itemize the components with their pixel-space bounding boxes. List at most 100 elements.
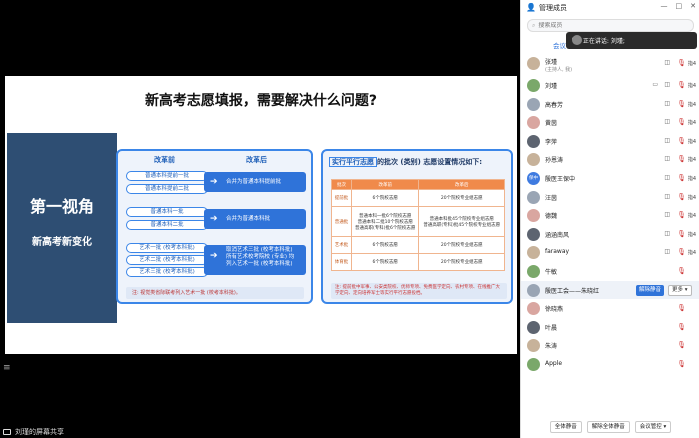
mic-muted-icon[interactable]: 🎙: [677, 304, 686, 312]
video-off-icon[interactable]: ◫: [664, 118, 670, 125]
batch-pill: 艺术二批 (校考本科批): [126, 255, 208, 265]
result-band: ➔ 合并为普通本科批: [204, 209, 306, 229]
col-before: 改革前: [154, 156, 175, 164]
member-row[interactable]: 黄茵 ◫ 🎙 指4: [521, 113, 699, 132]
screen-share-icon: ▭: [652, 81, 658, 88]
window-controls: — □ ✕: [661, 2, 697, 10]
mic-muted-icon[interactable]: 🎙: [677, 155, 686, 163]
member-row[interactable]: 朱涛 🎙: [521, 336, 699, 355]
table-cell: 20个院校专业组志愿: [418, 189, 505, 207]
table-row: 艺术批 6个院校志愿 20个院校专业组志愿: [331, 236, 505, 254]
mic-muted-icon[interactable]: 🎙: [677, 193, 686, 201]
avatar: [572, 35, 582, 45]
video-off-icon[interactable]: ◫: [664, 193, 670, 200]
batch-pill: 艺术一批 (校考本科批): [126, 243, 208, 253]
mic-muted-icon[interactable]: 🎙: [677, 81, 686, 89]
member-tag: 指4: [687, 138, 696, 145]
result-line: 取消艺术三批 (校考本科批): [226, 247, 293, 253]
member-name: 孙恩涛: [545, 157, 564, 165]
table-cell: 20个院校专业组志愿: [418, 236, 505, 254]
member-row[interactable]: faraway ◫ 🎙 指4: [521, 243, 699, 262]
maximize-icon[interactable]: □: [676, 2, 683, 10]
mic-muted-icon[interactable]: 🎙: [677, 100, 686, 108]
mic-muted-icon[interactable]: 🎙: [677, 118, 686, 126]
result-text: 合并为普通本科批: [226, 216, 271, 222]
member-tag: 指4: [687, 213, 696, 220]
mic-muted-icon[interactable]: 🎙: [677, 248, 686, 256]
batch-pill: 普通本科提前二批: [126, 184, 208, 194]
avatar: [527, 302, 540, 316]
mic-muted-icon[interactable]: 🎙: [677, 137, 686, 145]
mic-muted-icon[interactable]: 🎙: [677, 323, 686, 331]
mic-muted-icon[interactable]: 🎙: [677, 230, 686, 238]
member-row[interactable]: 张瑾 (主持人, 我) ◫ 🎙 指4: [521, 54, 699, 76]
result-band: ➔ 合并为普通本科提前批: [204, 172, 306, 192]
member-row[interactable]: 刘瑾 ▭ ◫ 🎙 指4: [521, 76, 699, 95]
mic-muted-icon[interactable]: 🎙: [677, 341, 686, 349]
mic-muted-icon[interactable]: 🎙: [677, 59, 686, 67]
member-row[interactable]: 李萍 ◫ 🎙 指4: [521, 132, 699, 151]
member-name: 殷医工会——朱晓红: [545, 287, 600, 295]
member-row[interactable]: 殷医工会——朱晓红 解除静音 更多 ▾: [521, 280, 699, 300]
mic-muted-icon[interactable]: 🎙: [677, 267, 686, 275]
member-tag: 指4: [687, 61, 696, 67]
member-row[interactable]: 孙恩涛 ◫ 🎙 指4: [521, 150, 699, 169]
member-row[interactable]: 汪茵 ◫ 🎙 指4: [521, 188, 699, 207]
volunteer-table: 批次 改革前 改革后 提前批 6个院校志愿 20个院校专业组志愿 普通批 普通本科一批6…: [331, 179, 505, 271]
close-icon[interactable]: ✕: [690, 2, 696, 10]
member-row[interactable]: 叶晨 🎙: [521, 318, 699, 337]
member-row[interactable]: Apple 🎙: [521, 355, 699, 374]
video-off-icon[interactable]: ◫: [664, 230, 670, 237]
video-off-icon[interactable]: ◫: [664, 155, 670, 162]
member-row[interactable]: 涵涵南风 ◫ 🎙 指4: [521, 225, 699, 244]
table-row: 提前批 6个院校志愿 20个院校专业组志愿: [331, 189, 505, 207]
unmute-button[interactable]: 解除静音: [636, 284, 665, 296]
table-cell: 普通批: [331, 206, 352, 237]
member-name: 朱涛: [545, 343, 558, 351]
panel-header: 👤 管理成员 — □ ✕: [521, 0, 699, 15]
member-name: 李萍: [545, 138, 558, 146]
member-row[interactable]: 德魏 ◫ 🎙 指4: [521, 206, 699, 225]
member-name: 德魏: [545, 213, 558, 221]
table-row: 体育批 6个院校志愿 20个院校专业组志愿: [331, 253, 505, 271]
result-text: 合并为普通本科提前批: [226, 179, 282, 185]
member-name: 刘瑾: [545, 83, 558, 90]
member-row[interactable]: 保中 殷医王保中 ◫ 🎙 指4: [521, 169, 699, 188]
menu-icon[interactable]: ≡: [3, 364, 11, 373]
avatar: [527, 264, 540, 278]
more-button[interactable]: 更多 ▾: [668, 284, 692, 296]
avatar: [527, 320, 540, 334]
table-title: 实行平行志愿 的批次 (类别) 志愿设置情况如下:: [329, 157, 482, 167]
member-name: 高春芳: [545, 101, 564, 109]
video-off-icon[interactable]: ◫: [664, 211, 670, 218]
slide-title: 新高考志愿填报，需要解决什么问题?: [144, 93, 378, 109]
mic-muted-icon[interactable]: 🎙: [677, 211, 686, 219]
video-off-icon[interactable]: ◫: [664, 248, 670, 255]
video-off-icon[interactable]: ◫: [664, 100, 670, 107]
speaking-indicator: 🎙 正在讲话: 刘瑾;: [566, 32, 697, 49]
panel-footer: 全体静音 解除全体静音 会议管控 ▾: [521, 416, 699, 438]
table-cell: 艺术批: [331, 236, 352, 254]
mic-muted-icon[interactable]: 🎙: [677, 360, 686, 368]
member-tag: 指4: [687, 175, 696, 182]
video-off-icon[interactable]: ◫: [664, 174, 670, 181]
table-cell: 20个院校专业组志愿: [418, 253, 505, 271]
search-box[interactable]: ⌕: [527, 19, 694, 32]
table-cell: 体育批: [331, 253, 352, 271]
minimize-icon[interactable]: —: [661, 2, 668, 10]
meeting-control-button[interactable]: 会议管控 ▾: [634, 421, 672, 433]
avatar: [527, 357, 540, 371]
mic-muted-icon[interactable]: 🎙: [677, 174, 686, 182]
member-row[interactable]: 高春芳 ◫ 🎙 指4: [521, 95, 699, 114]
avatar: [527, 339, 540, 353]
video-off-icon[interactable]: ◫: [664, 81, 670, 88]
unmute-all-button[interactable]: 解除全体静音: [586, 421, 630, 433]
mute-all-button[interactable]: 全体静音: [549, 421, 582, 433]
member-row[interactable]: 牛敏 🎙: [521, 262, 699, 281]
member-tag: 指4: [687, 83, 696, 89]
member-name: 叶晨: [545, 324, 558, 332]
member-row[interactable]: 徐晓燕 🎙: [521, 299, 699, 318]
video-off-icon[interactable]: ◫: [664, 137, 670, 144]
video-off-icon[interactable]: ◫: [664, 59, 670, 66]
search-input[interactable]: [538, 22, 679, 29]
